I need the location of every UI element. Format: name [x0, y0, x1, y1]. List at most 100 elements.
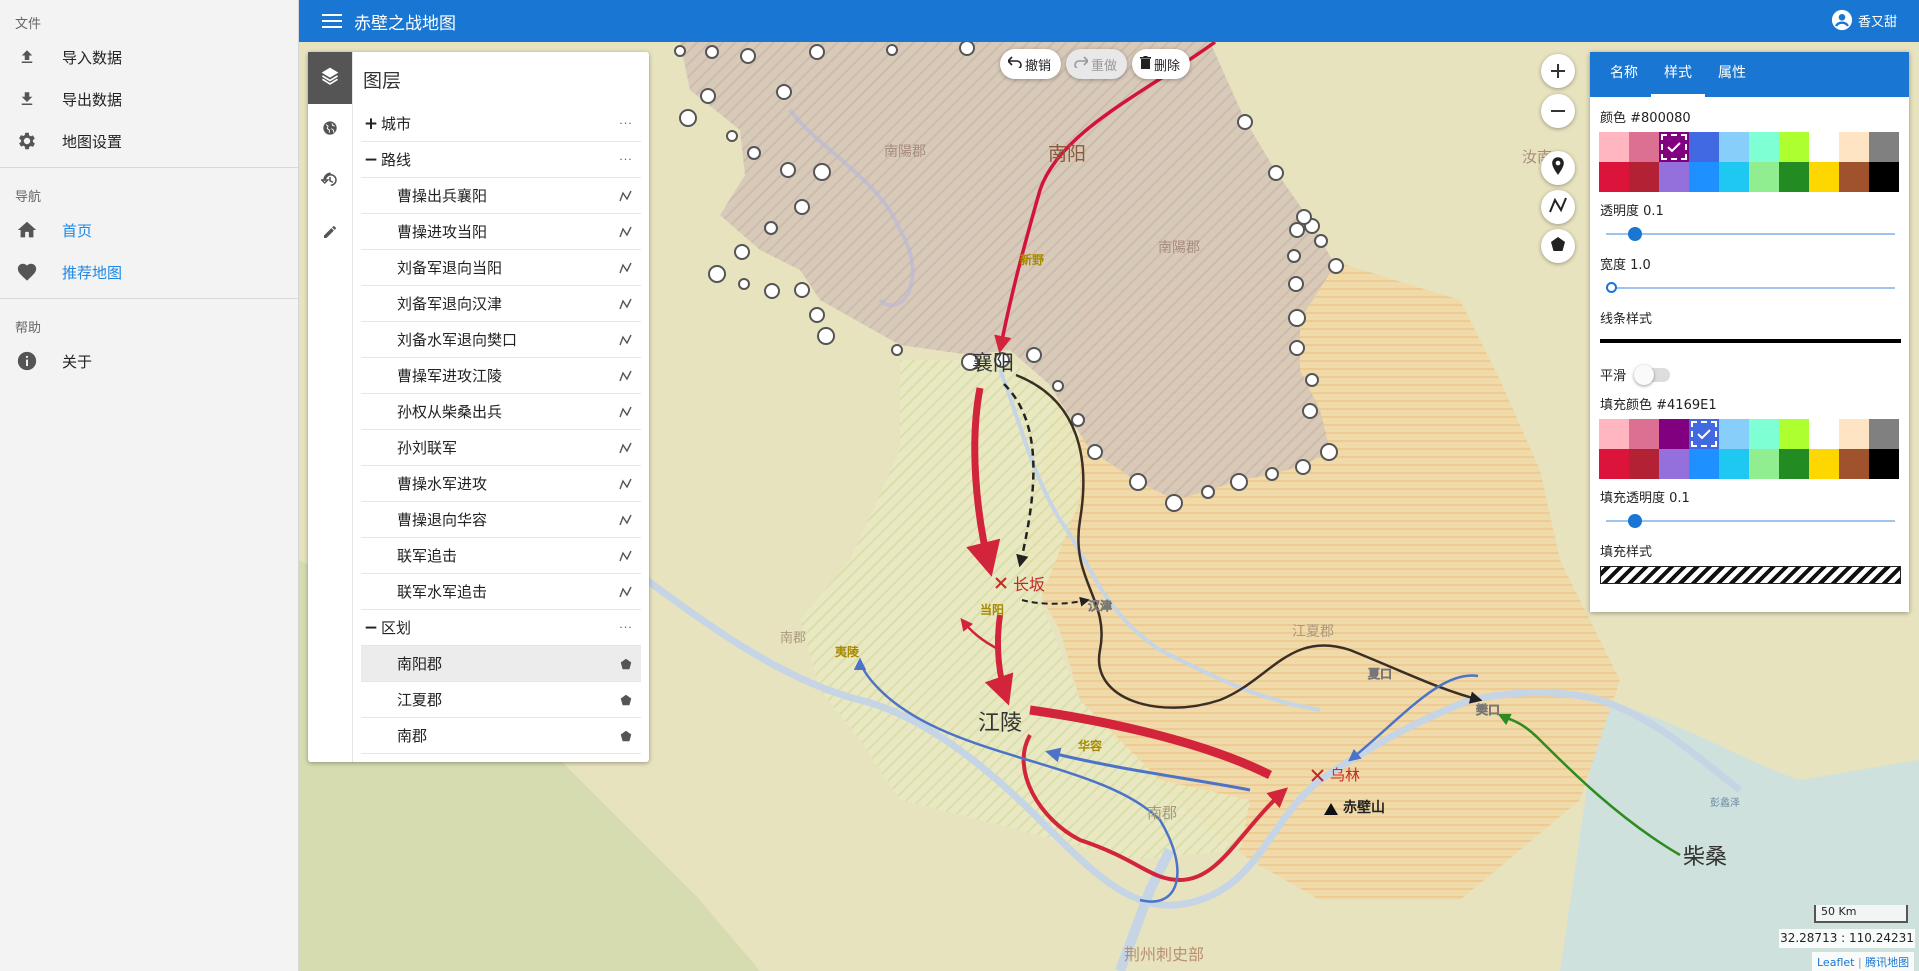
color-swatch[interactable] — [1689, 132, 1719, 162]
color-swatch[interactable] — [1599, 449, 1629, 479]
color-swatch[interactable] — [1869, 449, 1899, 479]
draw-line-button[interactable] — [1541, 190, 1575, 224]
route-item[interactable]: 刘备水军退向樊口 — [361, 322, 641, 358]
color-swatch[interactable] — [1719, 449, 1749, 479]
route-item[interactable]: 孙刘联军 — [361, 430, 641, 466]
color-swatch[interactable] — [1629, 419, 1659, 449]
color-swatch[interactable] — [1839, 449, 1869, 479]
route-label: 曹操退向华容 — [397, 511, 488, 529]
color-swatch[interactable] — [1779, 132, 1809, 162]
color-swatch[interactable] — [1869, 419, 1899, 449]
tencent-map-link[interactable]: 腾讯地图 — [1865, 956, 1909, 969]
color-swatch[interactable] — [1749, 449, 1779, 479]
route-item[interactable]: 联军水军追击 — [361, 574, 641, 610]
color-swatch[interactable] — [1749, 162, 1779, 192]
line-style-select[interactable] — [1600, 339, 1901, 343]
about-item[interactable]: 关于 — [0, 340, 298, 382]
export-data-item[interactable]: 导出数据 — [0, 78, 298, 120]
add-marker-button[interactable] — [1541, 151, 1575, 185]
history-tab[interactable] — [308, 156, 352, 208]
opacity-slider[interactable] — [1606, 219, 1895, 249]
color-swatch[interactable] — [1809, 132, 1839, 162]
import-data-item[interactable]: 导入数据 — [0, 36, 298, 78]
color-swatch[interactable] — [1659, 162, 1689, 192]
route-item[interactable]: 曹操退向华容 — [361, 502, 641, 538]
recommended-maps-item[interactable]: 推荐地图 — [0, 251, 298, 293]
color-swatch[interactable] — [1629, 449, 1659, 479]
slider-thumb[interactable] — [1627, 514, 1642, 528]
fill-opacity-slider[interactable] — [1606, 506, 1895, 536]
color-swatch[interactable] — [1809, 449, 1839, 479]
color-swatch[interactable] — [1809, 419, 1839, 449]
region-item[interactable]: 南郡 — [361, 718, 641, 754]
route-item[interactable]: 曹操水军进攻 — [361, 466, 641, 502]
more-icon[interactable]: ··· — [611, 153, 641, 166]
zoom-in-button[interactable] — [1541, 54, 1575, 88]
tab-name[interactable]: 名称 — [1597, 52, 1651, 97]
route-item[interactable]: 联军追击 — [361, 538, 641, 574]
route-item[interactable]: 刘备军退向汉津 — [361, 286, 641, 322]
group-cities[interactable]: + 城市 ··· — [361, 106, 641, 142]
group-regions[interactable]: − 区划 ··· — [361, 610, 641, 646]
width-slider[interactable] — [1606, 273, 1895, 303]
redo-button[interactable]: 重做 — [1066, 49, 1128, 79]
color-swatch[interactable] — [1689, 449, 1719, 479]
color-swatch[interactable] — [1839, 162, 1869, 192]
color-swatch[interactable] — [1749, 132, 1779, 162]
route-item[interactable]: 刘备军退向当阳 — [361, 250, 641, 286]
slider-thumb[interactable] — [1606, 282, 1617, 293]
color-swatch[interactable] — [1599, 162, 1629, 192]
fill-style-select[interactable] — [1600, 566, 1901, 584]
menu-icon[interactable] — [312, 1, 352, 41]
color-swatch[interactable] — [1599, 419, 1629, 449]
color-swatch[interactable] — [1779, 419, 1809, 449]
draw-polygon-button[interactable] — [1541, 229, 1575, 263]
tab-properties[interactable]: 属性 — [1705, 52, 1759, 97]
label-chibi: 赤壁山 — [1343, 799, 1385, 816]
color-swatch[interactable] — [1809, 162, 1839, 192]
color-swatch[interactable] — [1629, 162, 1659, 192]
home-item[interactable]: 首页 — [0, 209, 298, 251]
more-icon[interactable]: ··· — [611, 117, 641, 130]
map-settings-item[interactable]: 地图设置 — [0, 120, 298, 162]
home-label: 首页 — [62, 221, 93, 240]
leaflet-link[interactable]: Leaflet — [1817, 956, 1854, 969]
color-swatch[interactable] — [1719, 419, 1749, 449]
route-item[interactable]: 曹操出兵襄阳 — [361, 178, 641, 214]
undo-button[interactable]: 撤销 — [1000, 49, 1062, 79]
color-swatch[interactable] — [1689, 419, 1719, 449]
zoom-out-button[interactable] — [1541, 94, 1575, 128]
region-item[interactable]: 江夏郡 — [361, 682, 641, 718]
color-swatch[interactable] — [1869, 162, 1899, 192]
color-swatch[interactable] — [1719, 132, 1749, 162]
slider-thumb[interactable] — [1627, 227, 1642, 241]
color-swatch[interactable] — [1749, 419, 1779, 449]
color-swatch[interactable] — [1779, 162, 1809, 192]
route-item[interactable]: 曹操进攻当阳 — [361, 214, 641, 250]
route-item[interactable]: 孙权从柴桑出兵 — [361, 394, 641, 430]
color-swatch[interactable] — [1659, 419, 1689, 449]
basemap-tab[interactable] — [308, 104, 352, 156]
color-swatch[interactable] — [1839, 132, 1869, 162]
color-swatch[interactable] — [1599, 132, 1629, 162]
color-swatch[interactable] — [1689, 162, 1719, 192]
color-swatch[interactable] — [1839, 419, 1869, 449]
user-menu[interactable]: 香又甜 — [1831, 9, 1897, 31]
group-label: 城市 — [381, 115, 412, 133]
color-swatch[interactable] — [1869, 132, 1899, 162]
color-swatch[interactable] — [1659, 449, 1689, 479]
color-swatch[interactable] — [1629, 132, 1659, 162]
more-icon[interactable]: ··· — [611, 621, 641, 634]
route-item[interactable]: 曹操军进攻江陵 — [361, 358, 641, 394]
tab-style[interactable]: 样式 — [1651, 52, 1705, 97]
group-routes[interactable]: − 路线 ··· — [361, 142, 641, 178]
route-label: 刘备水军退向樊口 — [397, 331, 518, 349]
region-item[interactable]: 南阳郡 — [361, 646, 641, 682]
layers-tab[interactable] — [308, 52, 352, 104]
color-swatch[interactable] — [1719, 162, 1749, 192]
color-swatch[interactable] — [1659, 132, 1689, 162]
color-swatch[interactable] — [1779, 449, 1809, 479]
smooth-toggle[interactable] — [1634, 364, 1671, 385]
edit-tab[interactable] — [308, 208, 352, 260]
delete-button[interactable]: 删除 — [1132, 49, 1191, 79]
